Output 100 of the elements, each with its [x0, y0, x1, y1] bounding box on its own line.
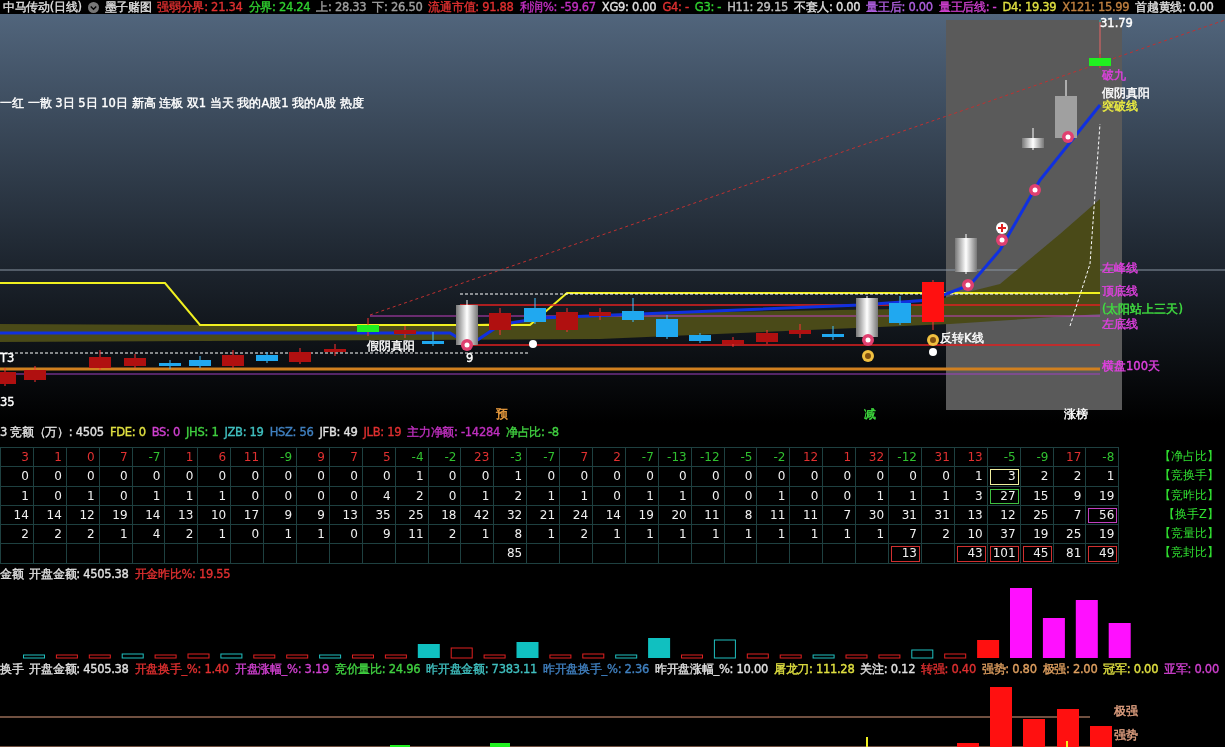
table-cell: 7: [329, 448, 363, 468]
table-cell: 0: [757, 467, 791, 487]
chart-title: 中马传动(日线): [3, 0, 82, 14]
table-cell: 0: [1, 467, 34, 487]
indicator-value: 不套人: 0.00: [793, 0, 861, 14]
table-cell: 17: [231, 505, 265, 526]
chart-label: 横盘100天: [1102, 360, 1160, 373]
table-cell: [823, 544, 857, 564]
table-cell: 19: [1020, 525, 1054, 545]
row-label: 【换手Z】: [1163, 505, 1219, 523]
table-cell: 0: [691, 486, 725, 506]
table-cell: 1: [856, 486, 890, 506]
histogram-bar: [319, 654, 342, 659]
histogram-bar: [121, 653, 144, 659]
table-cell: 7: [99, 448, 133, 468]
row-label: 【净占比】: [1159, 448, 1219, 465]
indicator-value: 3 竞额（万）: 4505: [0, 424, 104, 440]
chart-label: 反转K线: [940, 332, 984, 345]
table-cell: 13: [954, 448, 988, 468]
dropdown-icon[interactable]: [87, 1, 99, 13]
indicator-value: 屠龙刀: 111.28: [773, 662, 855, 678]
table-cell: -5: [987, 448, 1021, 468]
indicator-value: 开盘金额: 4505.38: [29, 662, 129, 678]
table-cell: 11: [790, 505, 824, 526]
indicator-value: 昨开盘涨幅_%: 10.00: [655, 662, 768, 678]
histogram-bar: [55, 654, 78, 659]
table-cell: 0: [99, 467, 133, 487]
table-cell: 1: [461, 525, 495, 545]
candlestick: [0, 367, 16, 387]
table-cell: 0: [231, 486, 265, 506]
table-cell: 0: [823, 467, 857, 487]
table-cell: 25: [1053, 525, 1087, 545]
signal-tag: 减: [862, 408, 878, 421]
histogram-bar: [417, 643, 440, 658]
table-cell: 12: [987, 505, 1021, 526]
table-cell: 3: [954, 486, 988, 506]
row-label: 【竞封比】: [1159, 544, 1219, 562]
candlestick: [622, 297, 644, 323]
table-cell: [790, 544, 824, 564]
table-cell: 31: [889, 505, 922, 526]
table-cell: 56: [1086, 505, 1120, 526]
table-cell: 9: [1053, 486, 1087, 506]
table-cell: 14: [593, 505, 626, 526]
table-cell: 1: [823, 525, 857, 545]
histogram-bar: [944, 653, 967, 659]
chart-label: 假阴真阳: [367, 340, 415, 353]
table-cell: 1: [691, 525, 725, 545]
indicator-value: JZB: 19: [224, 425, 264, 439]
table-cell: 14: [132, 505, 166, 526]
table-cell: 0: [560, 467, 594, 487]
table-cell: 1: [724, 525, 758, 545]
table-cell: [165, 544, 199, 564]
table-cell: 24: [560, 505, 594, 526]
table-cell: [297, 544, 330, 564]
table-cell: 1: [954, 467, 988, 487]
table-cell: 85: [494, 544, 528, 564]
chart-label: 假阴真阳: [1102, 87, 1150, 100]
table-cell: 2: [66, 525, 100, 545]
indicator-value: 流通市值: 91.88: [428, 0, 514, 14]
table-cell: 1: [527, 525, 561, 545]
table-cell: 1: [99, 525, 133, 545]
table-cell: 0: [66, 448, 100, 468]
histogram-bar: [390, 744, 410, 747]
table-cell: 42: [461, 505, 495, 526]
table-cell: 14: [33, 505, 67, 526]
table-cell: 1: [593, 525, 626, 545]
table-cell: 9: [264, 505, 297, 526]
table-cell: 1: [297, 525, 330, 545]
histogram-bar: [845, 654, 868, 659]
indicator-value: G3: -: [694, 0, 722, 14]
histogram-bar: [990, 686, 1012, 747]
chart-label: 31.79: [1100, 17, 1133, 30]
indicator-value: JHS: 1: [186, 425, 219, 439]
indicator-value: G4: -: [662, 0, 689, 14]
table-cell: 0: [329, 525, 363, 545]
table-cell: [264, 544, 297, 564]
table-cell: -9: [1020, 448, 1054, 468]
table-cell: 0: [856, 467, 890, 487]
indicator-value: 强弱分界: 21.34: [157, 0, 243, 14]
table-cell: 15: [1020, 486, 1054, 506]
table-cell: 0: [264, 467, 297, 487]
table-cell: 27: [987, 486, 1021, 506]
table-cell: 0: [593, 486, 626, 506]
table-cell: -9: [264, 448, 297, 468]
indicator-value: 下: 26.50: [372, 0, 423, 14]
table-cell: 2: [1020, 467, 1054, 487]
table-cell: 0: [231, 525, 265, 545]
histogram-bar: [681, 654, 703, 659]
histogram-bar: [483, 654, 506, 659]
table-cell: 0: [461, 467, 495, 487]
formula-name[interactable]: 墨子赌图: [104, 0, 152, 14]
table-cell: [560, 544, 594, 564]
table-cell: 1: [198, 486, 232, 506]
table-cell: 9: [297, 505, 330, 526]
table-cell: 0: [428, 486, 462, 506]
candlestick: [189, 355, 211, 369]
table-cell: 7: [823, 505, 857, 526]
indicator-value: 转强: 0.40: [921, 662, 976, 678]
table-cell: 0: [132, 467, 166, 487]
indicator-value: 关注: 0.12: [860, 662, 916, 678]
